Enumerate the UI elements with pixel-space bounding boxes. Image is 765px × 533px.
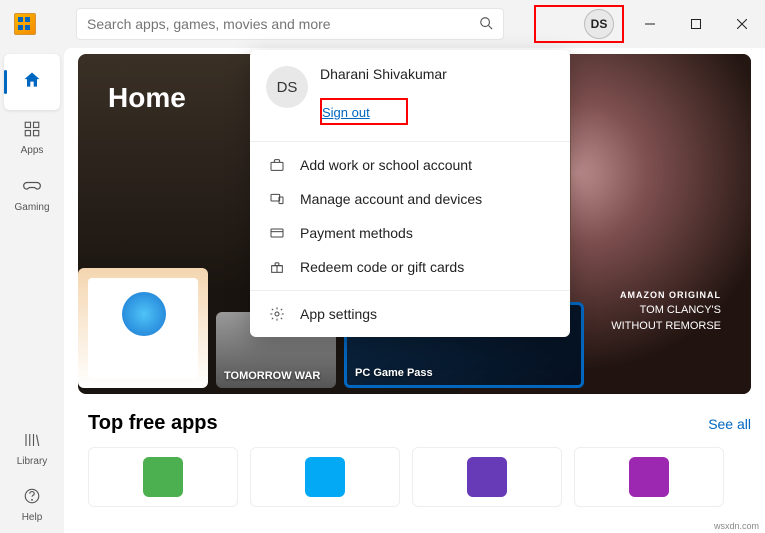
window-controls — [627, 8, 765, 40]
app-card[interactable] — [250, 447, 400, 507]
apps-icon — [23, 120, 41, 143]
nav-library-label: Library — [17, 456, 48, 467]
section-title: Top free apps — [88, 412, 218, 435]
maximize-button[interactable] — [673, 8, 719, 40]
titlebar: DS — [0, 0, 765, 48]
hero-caption: AMAZON ORIGINAL TOM CLANCY'S WITHOUT REM… — [611, 288, 721, 334]
home-icon — [22, 70, 42, 95]
dropdown-user-name: Dharani Shivakumar — [320, 66, 554, 82]
dropdown-redeem[interactable]: Redeem code or gift cards — [250, 250, 570, 284]
sidebar: Apps Gaming Library Help — [0, 48, 64, 533]
search-icon[interactable] — [479, 16, 493, 33]
dropdown-app-settings[interactable]: App settings — [250, 297, 570, 331]
gift-icon — [268, 258, 286, 276]
dropdown-avatar: DS — [266, 66, 308, 108]
gaming-icon — [22, 175, 42, 200]
top-free-apps-section: Top free apps See all — [88, 412, 751, 507]
nav-apps-label: Apps — [21, 145, 44, 156]
page-title: Home — [108, 82, 186, 114]
minimize-button[interactable] — [627, 8, 673, 40]
hero-thumb-app[interactable] — [78, 268, 208, 388]
library-icon — [23, 431, 41, 454]
dropdown-manage-account[interactable]: Manage account and devices — [250, 182, 570, 216]
footer-watermark: wsxdn.com — [714, 521, 759, 531]
search-input[interactable] — [87, 16, 479, 32]
close-button[interactable] — [719, 8, 765, 40]
nav-library[interactable]: Library — [4, 421, 60, 477]
profile-dropdown: DS Dharani Shivakumar Sign out Add work … — [250, 50, 570, 337]
nav-gaming-label: Gaming — [14, 202, 49, 213]
app-card[interactable] — [88, 447, 238, 507]
briefcase-icon — [268, 156, 286, 174]
help-icon — [23, 487, 41, 510]
nav-help[interactable]: Help — [4, 477, 60, 533]
sign-out-link[interactable]: Sign out — [322, 104, 376, 121]
nav-home[interactable] — [4, 54, 60, 110]
app-card[interactable] — [412, 447, 562, 507]
app-card[interactable] — [574, 447, 724, 507]
search-box[interactable] — [76, 8, 504, 40]
nav-gaming[interactable]: Gaming — [4, 166, 60, 222]
store-app-icon — [14, 13, 36, 35]
sign-out-highlight: Sign out — [320, 98, 408, 125]
dropdown-user-email — [320, 82, 554, 96]
dropdown-payment[interactable]: Payment methods — [250, 216, 570, 250]
gear-icon — [268, 305, 286, 323]
see-all-link[interactable]: See all — [708, 416, 751, 432]
devices-icon — [268, 190, 286, 208]
profile-button[interactable]: DS — [584, 9, 614, 39]
nav-apps[interactable]: Apps — [4, 110, 60, 166]
dropdown-user-section: DS Dharani Shivakumar Sign out — [250, 62, 570, 135]
profile-button-highlight: DS — [534, 5, 624, 43]
card-icon — [268, 224, 286, 242]
dropdown-add-work-account[interactable]: Add work or school account — [250, 148, 570, 182]
nav-help-label: Help — [22, 512, 43, 523]
